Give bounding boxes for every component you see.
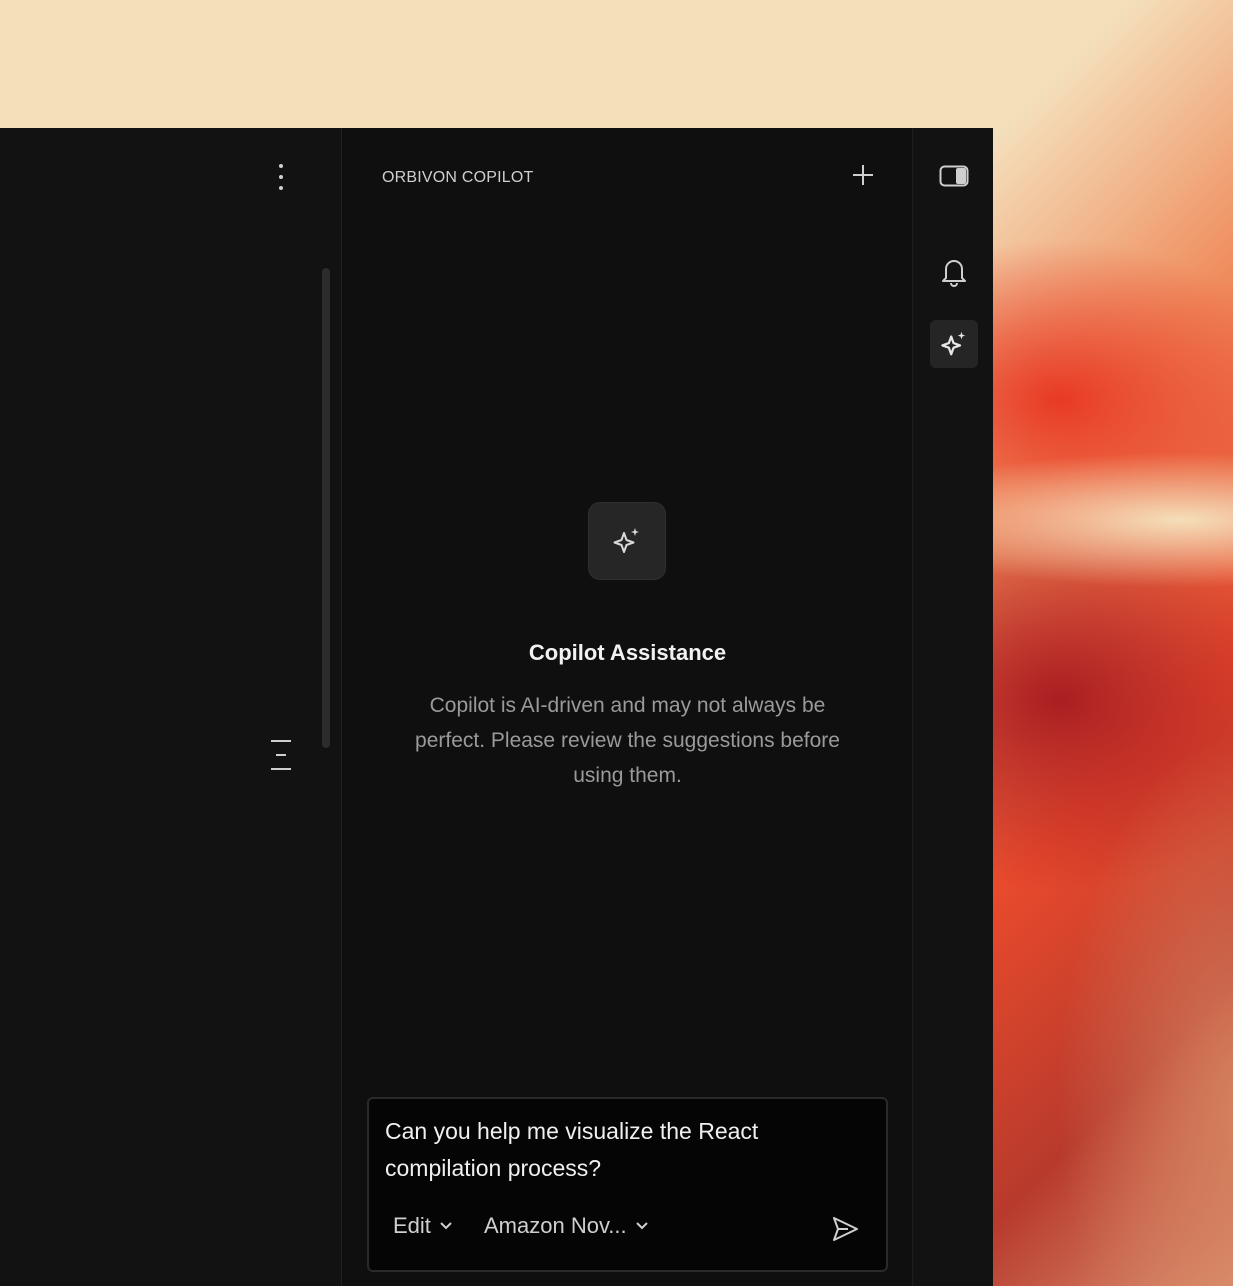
bell-icon	[942, 260, 966, 287]
copilot-rail-button[interactable]	[930, 320, 978, 368]
chat-input[interactable]	[385, 1113, 865, 1193]
notifications-button[interactable]	[930, 248, 978, 296]
right-rail	[913, 128, 993, 1286]
vertical-dots-icon	[279, 164, 283, 190]
hero-title: Copilot Assistance	[528, 640, 727, 665]
copilot-panel: ORBIVON COPILOT Copilot Assistance Copil…	[342, 128, 913, 1286]
chat-composer: Edit Amazon Nov...	[367, 1097, 888, 1272]
chevron-down-icon	[440, 1222, 452, 1230]
chevron-down-icon	[635, 1222, 648, 1230]
sparkle-icon	[941, 331, 966, 356]
model-dropdown[interactable]: Amazon Nov...	[484, 1213, 649, 1239]
hero-description: Copilot is AI-driven and may not always …	[415, 694, 840, 787]
panel-toggle-icon	[939, 165, 969, 187]
plus-icon	[853, 165, 873, 185]
mode-dropdown[interactable]: Edit	[393, 1213, 453, 1239]
more-options-button[interactable]	[268, 160, 294, 194]
send-button[interactable]	[827, 1211, 863, 1247]
panel-toggle-button[interactable]	[930, 152, 978, 200]
app-window: ORBIVON COPILOT Copilot Assistance Copil…	[0, 128, 993, 1286]
outline-lines-icon	[271, 740, 291, 770]
left-pane-scrollbar[interactable]	[322, 268, 330, 748]
send-icon	[833, 1217, 858, 1241]
copilot-hero-icon-tile	[588, 502, 666, 580]
mode-label: Edit	[393, 1213, 431, 1238]
outline-toggle-button[interactable]	[266, 736, 296, 774]
new-chat-button[interactable]	[848, 160, 878, 190]
copilot-title: ORBIVON COPILOT	[382, 169, 534, 186]
sparkle-icon	[613, 528, 639, 553]
model-label: Amazon Nov...	[484, 1213, 627, 1238]
left-pane	[0, 128, 342, 1286]
